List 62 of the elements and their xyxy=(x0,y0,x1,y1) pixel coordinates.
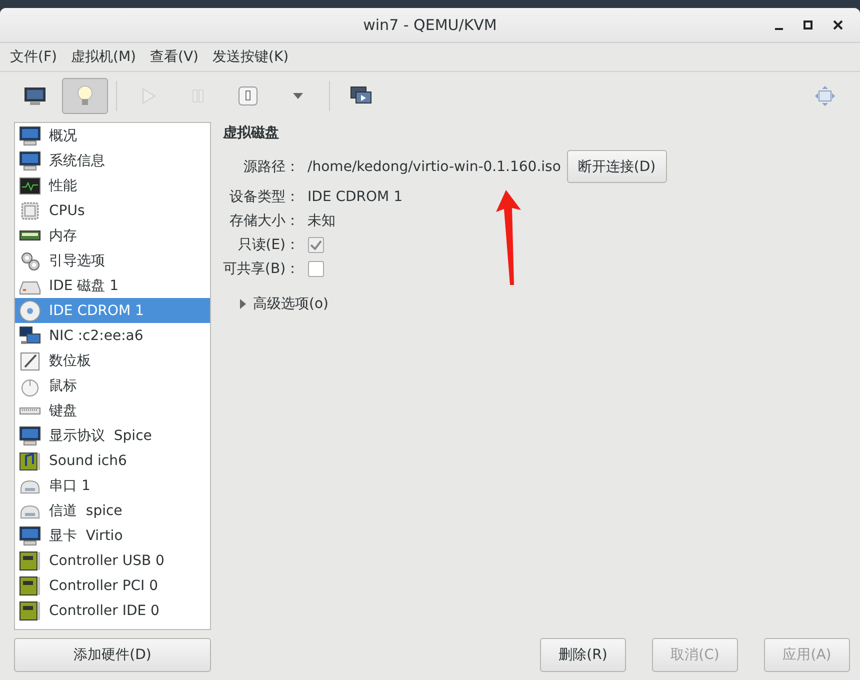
menu-item[interactable]: 发送按键(K) xyxy=(206,45,295,69)
hardware-item[interactable]: 串口 1 xyxy=(15,473,210,498)
minimize-icon xyxy=(775,28,783,30)
hardware-item[interactable]: 引导选项 xyxy=(15,248,210,273)
nic-icon xyxy=(19,324,41,346)
card-icon xyxy=(19,600,41,622)
field-label: 存储大小： xyxy=(228,212,300,230)
field-label: 设备类型： xyxy=(228,188,300,206)
hardware-item[interactable]: 数位板 xyxy=(15,348,210,373)
cpu-icon xyxy=(19,200,41,222)
gears-icon xyxy=(19,250,41,272)
section-heading: 虚拟磁盘 xyxy=(223,124,280,142)
hardware-item[interactable]: Controller USB 0 xyxy=(15,548,210,573)
monitor-icon xyxy=(19,524,41,546)
add-hardware-button[interactable]: 添加硬件(D) xyxy=(14,638,211,672)
hardware-item[interactable]: Controller IDE 0 xyxy=(15,598,210,623)
field-label: 可共享(B)： xyxy=(223,260,300,278)
disconnect-button[interactable]: 断开连接(D) xyxy=(566,150,667,183)
menu-item[interactable]: 查看(V) xyxy=(144,45,205,69)
hardware-item[interactable]: 内存 xyxy=(15,223,210,248)
maximize-icon xyxy=(803,20,813,30)
hardware-item[interactable]: Sound ich6 xyxy=(15,448,210,473)
close-icon xyxy=(833,20,843,30)
cdrom-icon xyxy=(19,300,41,322)
hardware-item[interactable]: 系统信息 xyxy=(15,148,210,173)
menu-item[interactable]: 文件(F) xyxy=(4,45,63,69)
hardware-item[interactable]: 显卡 Virtio xyxy=(15,523,210,548)
power-icon xyxy=(237,85,259,107)
ram-icon xyxy=(19,230,41,241)
monitor-icon xyxy=(19,124,41,146)
hardware-item[interactable]: 性能 xyxy=(15,173,210,198)
fullscreen-icon xyxy=(813,84,837,108)
hardware-item[interactable]: 信道 spice xyxy=(15,498,210,523)
hardware-item[interactable]: CPUs xyxy=(15,198,210,223)
tablet-icon xyxy=(19,350,41,372)
menu-item[interactable]: 虚拟机(M) xyxy=(64,45,142,69)
hardware-item[interactable]: IDE 磁盘 1 xyxy=(15,273,210,298)
keyboard-icon xyxy=(19,406,41,414)
caret-icon xyxy=(292,92,304,100)
hardware-item[interactable]: NIC :c2:ee:a6 xyxy=(15,323,210,348)
card-icon xyxy=(19,550,41,572)
monitor-icon xyxy=(19,424,41,446)
field-label: 源路径： xyxy=(242,158,300,176)
collapsed-icon xyxy=(239,299,247,309)
advanced-options-expander[interactable]: 高级选项(o) xyxy=(239,295,328,313)
monitor-icon xyxy=(23,85,47,107)
window-title: win7 - QEMU/KVM xyxy=(363,16,497,34)
hardware-item[interactable]: Controller PCI 0 xyxy=(15,573,210,598)
field-value: IDE CDROM 1 xyxy=(308,189,402,205)
perf-icon xyxy=(19,174,41,196)
field-value: 未知 xyxy=(308,212,336,230)
field-value: /home/kedong/virtio-win-0.1.160.iso xyxy=(308,158,561,174)
hardware-item[interactable]: 概况 xyxy=(15,123,210,148)
sound-icon xyxy=(19,450,41,472)
hardware-item[interactable]: 鼠标 xyxy=(15,373,210,398)
card-icon xyxy=(19,574,41,596)
monitor-icon xyxy=(19,150,41,172)
hardware-item[interactable]: 键盘 xyxy=(15,398,210,423)
hardware-item[interactable]: 显示协议 Spice xyxy=(15,423,210,448)
field-label: 只读(E)： xyxy=(236,236,300,254)
checkbox[interactable] xyxy=(308,261,324,277)
dialog-button[interactable]: 删除(R) xyxy=(540,638,626,672)
